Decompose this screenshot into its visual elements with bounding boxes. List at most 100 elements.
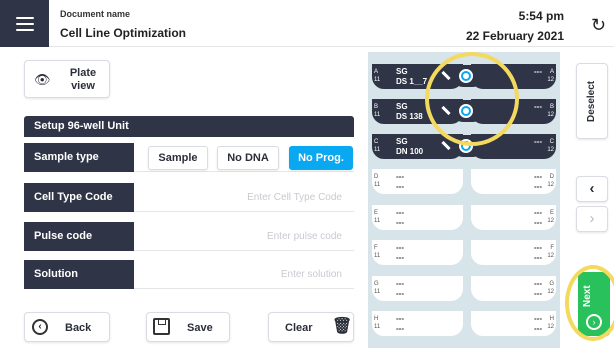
no-dna-option[interactable]: No DNA (217, 146, 279, 170)
well-E-11[interactable]: E 11 --- --- (372, 205, 463, 230)
pulse-code-row: Pulse code (24, 222, 354, 251)
well-line-1: SG (396, 67, 408, 76)
well-line-2: --- (396, 218, 404, 227)
date-display: 22 February 2021 (465, 29, 564, 43)
well-row-label: E (374, 210, 379, 216)
well-col-label: 11 (374, 289, 381, 295)
clear-button[interactable]: Clear 🗑 (268, 312, 354, 342)
time-display: 5:54 pm (518, 9, 564, 23)
well-row-label: C (374, 139, 379, 145)
well-col-label: 12 (547, 324, 554, 330)
well-value: --- (534, 208, 542, 217)
well-value-2: --- (534, 218, 542, 227)
well-H-12[interactable]: H 12 --- --- (471, 311, 556, 336)
well-row-label: H (549, 316, 554, 322)
well-col-label: 11 (374, 324, 381, 330)
well-H-11[interactable]: H 11 --- --- (372, 311, 463, 336)
save-label: Save (187, 322, 213, 334)
well-line-2: DN 100 (396, 147, 424, 156)
well-line-1: --- (396, 279, 404, 288)
pulse-code-label: Pulse code (24, 222, 134, 251)
well-col-label: 12 (547, 218, 554, 224)
well-row-label: H (374, 316, 379, 322)
sample-type-label: Sample type (24, 143, 134, 172)
well-col-label: 11 (374, 77, 381, 83)
well-line-2: --- (396, 289, 404, 298)
back-label: Back (65, 322, 92, 334)
well-D-11[interactable]: D 11 --- --- (372, 169, 463, 194)
save-icon (153, 318, 170, 335)
sync-icon[interactable]: ↻ (591, 16, 606, 34)
well-col-label: 12 (547, 112, 554, 118)
cell-type-row: Cell Type Code (24, 183, 354, 212)
document-name-label: Document name (60, 9, 131, 19)
deselect-label: Deselect (586, 80, 597, 122)
solution-input[interactable] (140, 262, 354, 287)
well-col-label: 11 (374, 253, 381, 259)
save-button[interactable]: Save (146, 312, 230, 342)
solution-row: Solution (24, 260, 354, 289)
well-F-11[interactable]: F 11 --- --- (372, 240, 463, 265)
highlight-ring (425, 52, 519, 146)
well-row-label: B (549, 104, 554, 110)
back-arrow-icon: ‹ (32, 319, 48, 335)
well-row-label: D (549, 174, 554, 180)
well-row-label: G (374, 281, 379, 287)
trash-icon: 🗑 (332, 318, 353, 335)
well-value: --- (534, 102, 542, 111)
well-value-2: --- (534, 324, 542, 333)
sample-option[interactable]: Sample (148, 146, 208, 170)
well-value: --- (534, 314, 542, 323)
hamburger-icon[interactable] (0, 0, 49, 47)
well-line-2: --- (396, 182, 404, 191)
well-line-1: --- (396, 314, 404, 323)
well-line-2: --- (396, 253, 404, 262)
cell-type-input[interactable] (140, 185, 354, 210)
well-col-label: 11 (374, 218, 381, 224)
back-button[interactable]: ‹ Back (24, 312, 110, 342)
solution-label: Solution (24, 260, 134, 289)
no-prog-option[interactable]: No Prog. (289, 146, 353, 170)
chevron-left-icon[interactable]: ‹ (576, 176, 608, 202)
well-row-label: G (549, 281, 554, 287)
well-D-12[interactable]: D 12 --- --- (471, 169, 556, 194)
well-value-2: --- (534, 182, 542, 191)
well-row-label: D (374, 174, 379, 180)
well-line-1: --- (396, 208, 404, 217)
top-bar: Document name Cell Line Optimization 5:5… (0, 0, 614, 47)
well-row-label: E (549, 210, 554, 216)
well-col-label: 12 (547, 182, 554, 188)
well-line-2: --- (396, 324, 404, 333)
plate-view-button[interactable]: 👁 Plate view (24, 60, 110, 98)
well-row-label: F (374, 245, 378, 251)
deselect-button[interactable]: Deselect (576, 63, 608, 139)
highlight-ring-next (565, 265, 614, 341)
well-E-12[interactable]: E 12 --- --- (471, 205, 556, 230)
well-G-12[interactable]: G 12 --- --- (471, 276, 556, 301)
well-line-1: SG (396, 102, 408, 111)
well-col-label: 12 (547, 77, 554, 83)
well-value: --- (534, 137, 542, 146)
well-line-2: DS 1__7 (396, 77, 428, 86)
well-G-11[interactable]: G 11 --- --- (372, 276, 463, 301)
pulse-code-input[interactable] (140, 224, 354, 249)
setup-title: Setup 96-well Unit (24, 116, 354, 137)
well-row-label: C (549, 139, 554, 145)
well-row-label: F (550, 245, 554, 251)
eye-icon: 👁 (34, 72, 51, 87)
well-col-label: 11 (374, 182, 381, 188)
well-line-1: --- (396, 172, 404, 181)
document-title: Cell Line Optimization (60, 26, 187, 40)
chevron-right-icon[interactable]: › (576, 206, 608, 232)
plate-view-label: Plate view (69, 67, 97, 92)
well-col-label: 12 (547, 147, 554, 153)
well-row-label: A (374, 69, 379, 75)
well-value: --- (534, 67, 542, 76)
sample-type-row: Sample type Sample No DNA No Prog. (24, 143, 354, 172)
well-col-label: 12 (547, 289, 554, 295)
well-F-12[interactable]: F 12 --- --- (471, 240, 556, 265)
well-value-2: --- (534, 253, 542, 262)
well-line-2: DS 138 (396, 112, 423, 121)
well-col-label: 11 (374, 112, 381, 118)
well-row-label: A (549, 69, 554, 75)
